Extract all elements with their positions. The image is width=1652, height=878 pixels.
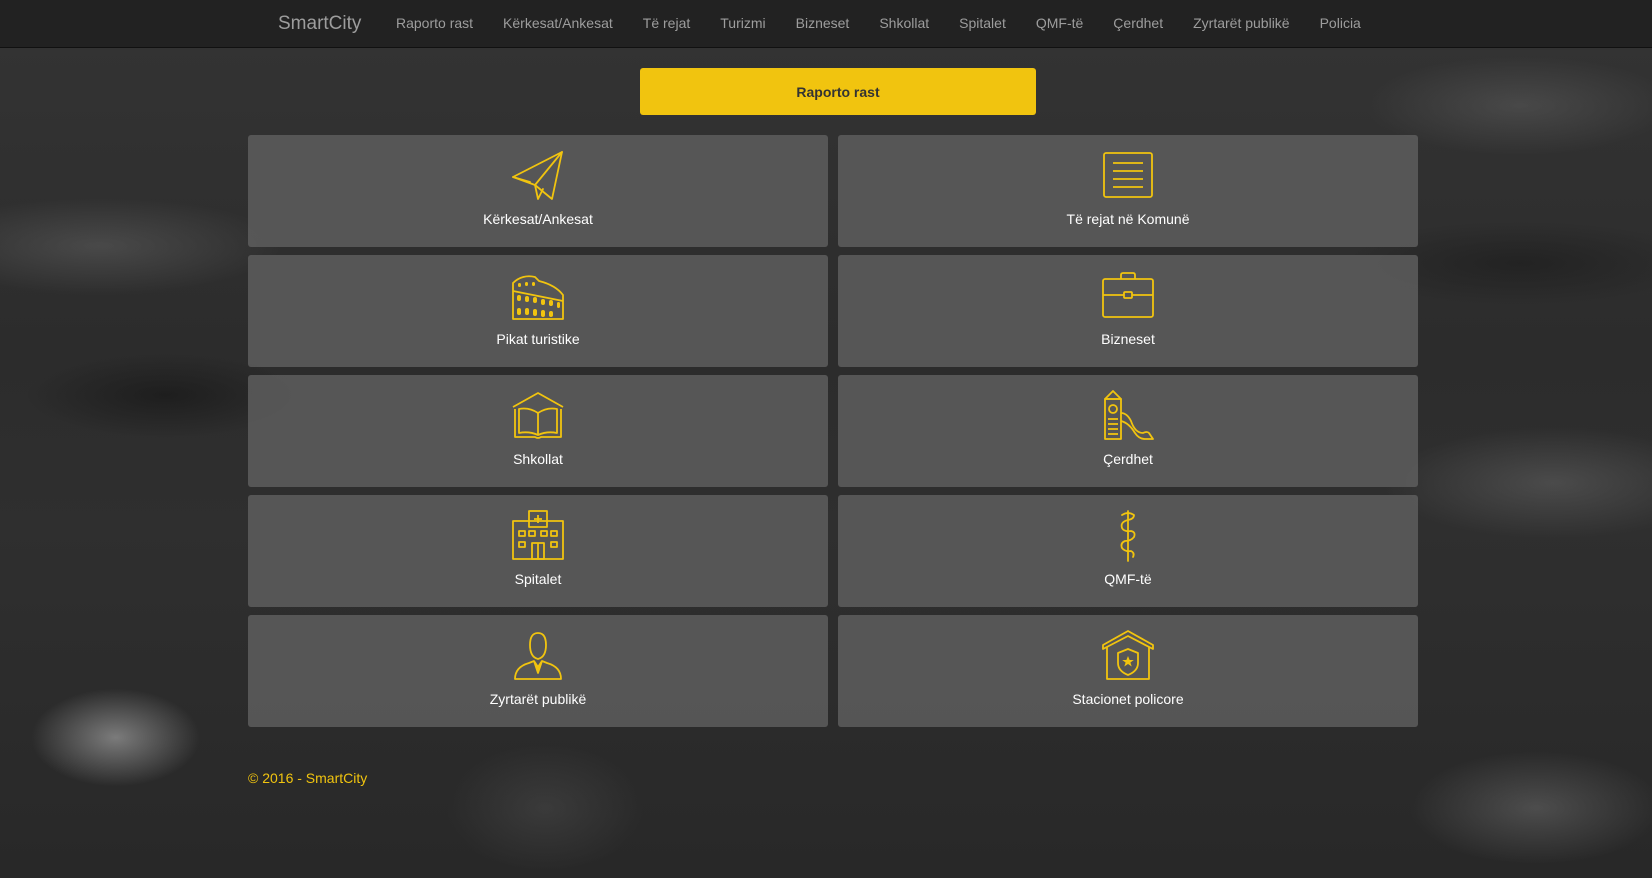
tile-label: Spitalet xyxy=(514,571,562,587)
tile-label: Të rejat në Komunë xyxy=(1066,211,1190,227)
tile-qmf[interactable]: QMF-të xyxy=(838,495,1418,607)
tile-bizneset[interactable]: Bizneset xyxy=(838,255,1418,367)
school-book-icon xyxy=(511,389,565,443)
nav-link-spitalet[interactable]: Spitalet xyxy=(944,0,1021,47)
nav-item-turizmi: Turizmi xyxy=(705,0,780,47)
nav-item-zyrtaret: Zyrtarët publikë xyxy=(1178,0,1304,47)
police-station-icon xyxy=(1101,629,1155,683)
caduceus-icon xyxy=(1101,509,1155,563)
tile-pikat-turistike[interactable]: Pikat turistike xyxy=(248,255,828,367)
nav-item-cerdhet: Çerdhet xyxy=(1098,0,1178,47)
nav-link-te-rejat[interactable]: Të rejat xyxy=(628,0,705,47)
footer-copyright: © 2016 - SmartCity xyxy=(248,770,368,786)
tile-zyrtaret-publike[interactable]: Zyrtarët publikë xyxy=(248,615,828,727)
report-case-button[interactable]: Raporto rast xyxy=(640,68,1036,115)
tile-te-rejat[interactable]: Të rejat në Komunë xyxy=(838,135,1418,247)
nav-link-turizmi[interactable]: Turizmi xyxy=(705,0,780,47)
tile-spitalet[interactable]: Spitalet xyxy=(248,495,828,607)
nav-item-te-rejat: Të rejat xyxy=(628,0,705,47)
tile-label: Kërkesat/Ankesat xyxy=(483,211,593,227)
tile-label: Shkollat xyxy=(513,451,563,467)
tile-label: QMF-të xyxy=(1104,571,1152,587)
paper-plane-icon xyxy=(511,149,565,203)
tile-shkollat[interactable]: Shkollat xyxy=(248,375,828,487)
nav-item-bizneset: Bizneset xyxy=(781,0,865,47)
tile-cerdhet[interactable]: Çerdhet xyxy=(838,375,1418,487)
nav-link-zyrtaret[interactable]: Zyrtarët publikë xyxy=(1178,0,1304,47)
tile-kerkesat-ankesat[interactable]: Kërkesat/Ankesat xyxy=(248,135,828,247)
nav-link-raporto-rast[interactable]: Raporto rast xyxy=(381,0,488,47)
news-list-icon xyxy=(1101,149,1155,203)
nav-link-cerdhet[interactable]: Çerdhet xyxy=(1098,0,1178,47)
nav-link-policia[interactable]: Policia xyxy=(1305,0,1376,47)
nav-item-policia: Policia xyxy=(1305,0,1376,47)
top-navbar: SmartCity Raporto rast Kërkesat/Ankesat … xyxy=(0,0,1652,48)
nav-menu: Raporto rast Kërkesat/Ankesat Të rejat T… xyxy=(381,0,1376,47)
nav-link-qmf[interactable]: QMF-të xyxy=(1021,0,1098,47)
nav-link-kerkesat[interactable]: Kërkesat/Ankesat xyxy=(488,0,628,47)
colosseum-icon xyxy=(511,269,565,323)
brand-link[interactable]: SmartCity xyxy=(278,13,361,35)
hospital-icon xyxy=(511,509,565,563)
nav-item-raporto-rast: Raporto rast xyxy=(381,0,488,47)
services-grid: Kërkesat/Ankesat Të rejat në Komunë Pika… xyxy=(248,135,1418,727)
tile-label: Pikat turistike xyxy=(496,331,580,347)
playground-slide-icon xyxy=(1101,389,1155,443)
nav-item-spitalet: Spitalet xyxy=(944,0,1021,47)
nav-item-shkollat: Shkollat xyxy=(864,0,944,47)
nav-link-shkollat[interactable]: Shkollat xyxy=(864,0,944,47)
tile-label: Çerdhet xyxy=(1103,451,1153,467)
nav-link-bizneset[interactable]: Bizneset xyxy=(781,0,865,47)
nav-item-kerkesat: Kërkesat/Ankesat xyxy=(488,0,628,47)
tile-stacionet-policore[interactable]: Stacionet policore xyxy=(838,615,1418,727)
official-person-icon xyxy=(511,629,565,683)
briefcase-icon xyxy=(1101,269,1155,323)
tile-label: Bizneset xyxy=(1101,331,1155,347)
tile-label: Stacionet policore xyxy=(1072,691,1184,707)
nav-item-qmf: QMF-të xyxy=(1021,0,1098,47)
tile-label: Zyrtarët publikë xyxy=(489,691,587,707)
